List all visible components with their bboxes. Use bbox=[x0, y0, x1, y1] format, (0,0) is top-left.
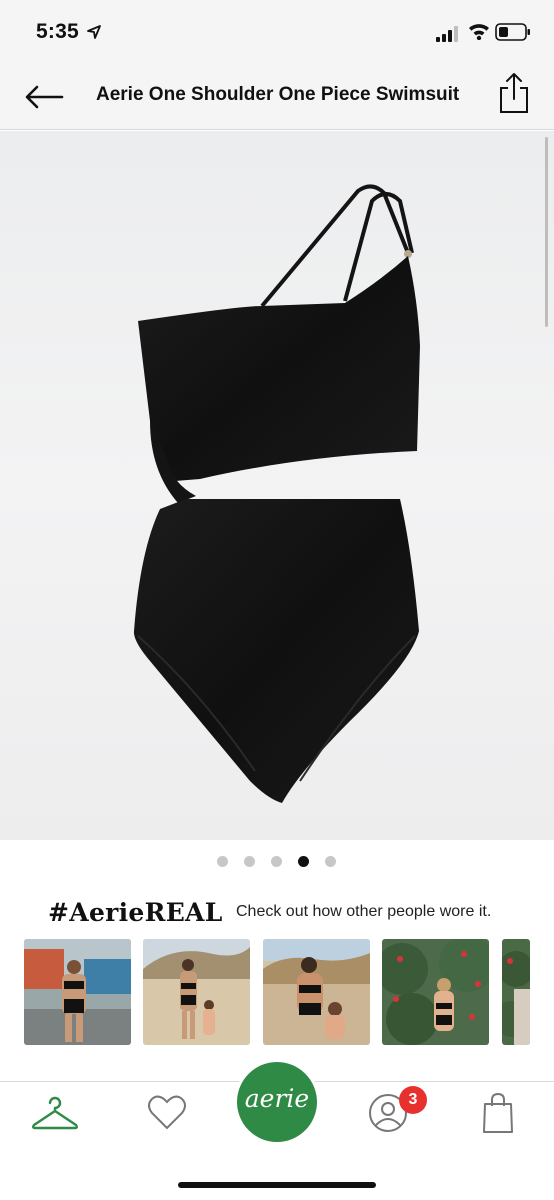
pager-dot[interactable] bbox=[325, 856, 336, 867]
pager-dot[interactable] bbox=[217, 856, 228, 867]
tab-bag[interactable] bbox=[481, 1092, 515, 1139]
customer-photo-thumbnail[interactable] bbox=[382, 939, 489, 1045]
customer-photo-thumbnail[interactable] bbox=[24, 939, 131, 1045]
customer-photo bbox=[263, 939, 370, 1045]
status-bar: 5:35 bbox=[0, 0, 554, 64]
image-scroll-indicator bbox=[545, 137, 548, 327]
customer-photo bbox=[502, 939, 530, 1045]
aerie-real-subtext: Check out how other people wore it. bbox=[236, 903, 492, 920]
wifi-icon bbox=[469, 24, 489, 40]
shopping-bag-icon bbox=[483, 1092, 513, 1133]
customer-photo bbox=[143, 939, 250, 1045]
cellular-signal-icon bbox=[436, 26, 458, 42]
aerie-real-heading: #AerieREAL bbox=[48, 898, 223, 927]
back-button[interactable] bbox=[22, 82, 66, 112]
status-time: 5:35 bbox=[36, 20, 79, 43]
customer-photo-thumbnail[interactable] bbox=[502, 939, 530, 1045]
arrow-left-icon bbox=[25, 85, 64, 109]
customer-photo-thumbnail[interactable] bbox=[263, 939, 370, 1045]
image-pager[interactable] bbox=[217, 856, 341, 868]
location-arrow-icon bbox=[87, 25, 101, 39]
share-icon bbox=[500, 73, 528, 113]
pager-dot[interactable] bbox=[244, 856, 255, 867]
hanger-icon bbox=[32, 1096, 78, 1130]
heart-icon bbox=[148, 1095, 186, 1130]
customer-photo-thumbnail[interactable] bbox=[143, 939, 250, 1045]
tab-closet[interactable] bbox=[30, 1094, 80, 1137]
tab-favorites[interactable] bbox=[147, 1093, 187, 1136]
customer-photo bbox=[382, 939, 489, 1045]
swimsuit-photo bbox=[133, 184, 420, 803]
customer-photo bbox=[24, 939, 131, 1045]
home-indicator bbox=[178, 1182, 376, 1188]
share-button[interactable] bbox=[496, 70, 532, 116]
aerie-logo-text: aerie bbox=[244, 1084, 310, 1113]
aerie-logo-button[interactable]: aerie bbox=[237, 1062, 317, 1142]
nav-header: Aerie One Shoulder One Piece Swimsuit bbox=[0, 64, 554, 130]
pager-dot-active[interactable] bbox=[298, 856, 309, 867]
pager-dot[interactable] bbox=[271, 856, 282, 867]
product-image[interactable] bbox=[0, 131, 554, 840]
page-title: Aerie One Shoulder One Piece Swimsuit bbox=[96, 84, 460, 105]
battery-icon bbox=[495, 23, 530, 41]
account-notification-badge: 3 bbox=[399, 1086, 427, 1114]
